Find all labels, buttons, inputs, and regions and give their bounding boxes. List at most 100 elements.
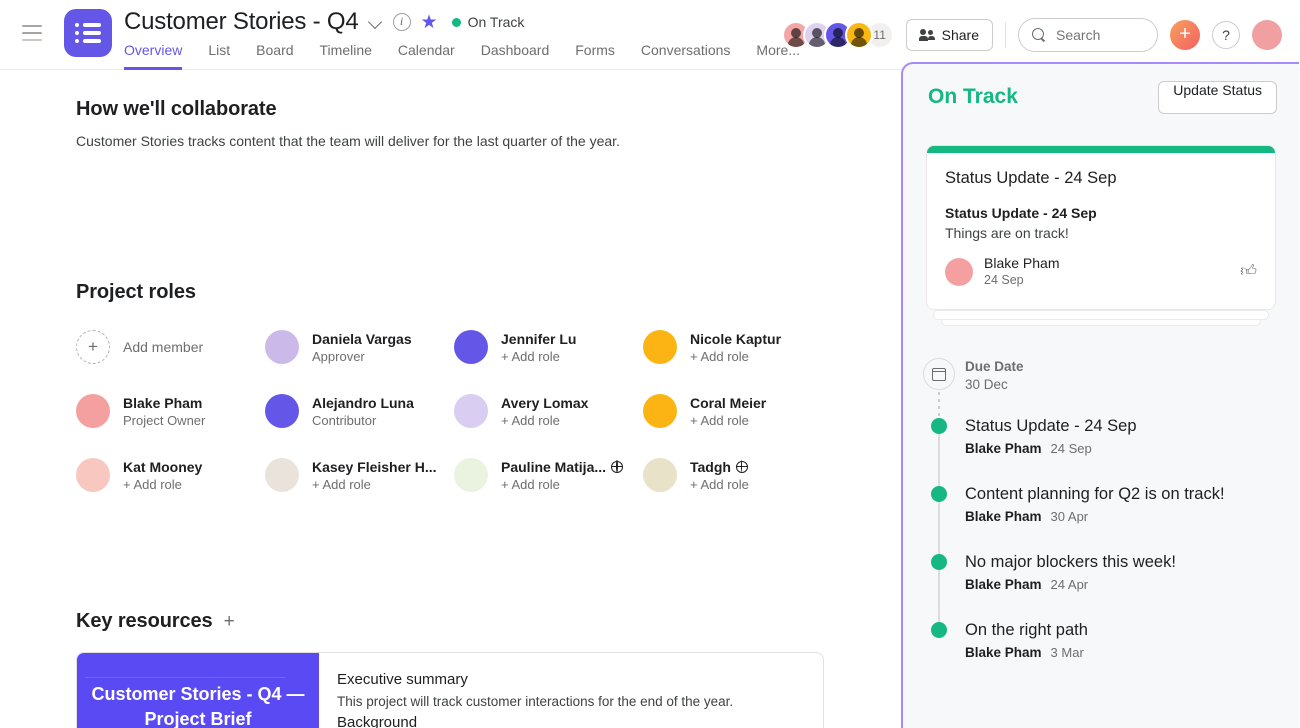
member-name: Daniela Vargas: [312, 330, 412, 348]
project-roles-title: Project roles: [76, 281, 196, 304]
avatar: [265, 394, 299, 428]
member-role[interactable]: + Add role: [312, 476, 437, 493]
role-member[interactable]: Alejandro Luna Contributor: [265, 384, 454, 438]
member-role[interactable]: + Add role: [123, 476, 202, 493]
avatar: [945, 258, 973, 286]
role-member[interactable]: Kat Mooney + Add role: [76, 448, 265, 502]
member-name: Pauline Matija...: [501, 458, 606, 476]
role-member[interactable]: Tadgh + Add role: [643, 448, 832, 502]
tab-calendar[interactable]: Calendar: [398, 42, 455, 70]
tab-forms[interactable]: Forms: [575, 42, 615, 70]
member-role[interactable]: + Add role: [501, 476, 623, 493]
member-role[interactable]: + Add role: [690, 476, 749, 493]
tab-list[interactable]: List: [208, 42, 230, 70]
thumbs-up-icon[interactable]: 👍︎: [1240, 262, 1257, 281]
timeline-item-date: 30 Apr: [1051, 509, 1089, 524]
share-button[interactable]: Share: [906, 19, 993, 51]
timeline-item[interactable]: Content planning for Q2 is on track! Bla…: [923, 482, 1283, 524]
add-member-button[interactable]: + Add member: [76, 320, 265, 374]
member-avatar-stack[interactable]: 11: [782, 21, 894, 49]
info-icon[interactable]: i: [393, 13, 411, 31]
member-role[interactable]: + Add role: [501, 348, 576, 365]
search-input[interactable]: [1056, 27, 1144, 43]
star-icon[interactable]: ★: [421, 13, 438, 32]
timeline-item[interactable]: No major blockers this week! Blake Pham …: [923, 550, 1283, 592]
role-member[interactable]: Jennifer Lu + Add role: [454, 320, 643, 374]
avatar: [454, 458, 488, 492]
member-role[interactable]: Approver: [312, 348, 412, 365]
key-resource-card[interactable]: Customer Stories - Q4 — Project Brief La…: [76, 652, 824, 728]
member-name: Avery Lomax: [501, 394, 588, 412]
status-update-card[interactable]: Status Update - 24 Sep Status Update - 2…: [926, 145, 1276, 310]
member-role[interactable]: Project Owner: [123, 412, 205, 429]
timeline-item-title[interactable]: Content planning for Q2 is on track!: [965, 482, 1283, 506]
avatar: [454, 394, 488, 428]
timeline-item-title[interactable]: No major blockers this week!: [965, 550, 1283, 574]
member-name: Blake Pham: [123, 394, 202, 412]
status-dot-icon: [452, 18, 461, 27]
exec-summary-heading: Executive summary: [337, 669, 805, 691]
status-badge[interactable]: On Track: [452, 14, 525, 30]
collaborate-title: How we'll collaborate: [76, 98, 276, 121]
avatar: [643, 394, 677, 428]
tab-conversations[interactable]: Conversations: [641, 42, 731, 70]
main-content: How we'll collaborate Customer Stories t…: [0, 70, 896, 728]
role-member[interactable]: Kasey Fleisher H... + Add role: [265, 448, 454, 502]
member-role[interactable]: + Add role: [690, 348, 781, 365]
timeline-item[interactable]: On the right path Blake Pham 3 Mar: [923, 618, 1283, 660]
globe-icon: [611, 461, 623, 473]
member-role[interactable]: Contributor: [312, 412, 414, 429]
add-key-resource-button[interactable]: +: [224, 612, 235, 631]
role-member[interactable]: Daniela Vargas Approver: [265, 320, 454, 374]
avatar[interactable]: [845, 21, 873, 49]
project-list-logo[interactable]: [64, 9, 112, 57]
status-badge-label: On Track: [468, 14, 525, 30]
status-card-footer: Blake Pham 24 Sep 👍︎: [945, 255, 1257, 288]
avatar: [265, 330, 299, 364]
role-member[interactable]: Blake Pham Project Owner: [76, 384, 265, 438]
status-card-accent-bar: [927, 146, 1275, 153]
member-role[interactable]: + Add role: [690, 412, 766, 429]
key-resources-header: Key resources +: [76, 610, 235, 633]
status-side-panel: On Track Update Status Status Update - 2…: [901, 62, 1299, 728]
timeline-item-author: Blake Pham: [965, 441, 1042, 456]
status-card-title: Status Update - 24 Sep: [945, 167, 1257, 189]
search-box[interactable]: [1018, 18, 1158, 52]
timeline-item-title[interactable]: Status Update - 24 Sep: [965, 414, 1283, 438]
timeline-dot-icon: [931, 486, 947, 502]
due-date-label: Due Date: [965, 358, 1283, 376]
avatar[interactable]: [1252, 20, 1282, 50]
update-status-button[interactable]: Update Status: [1158, 81, 1277, 114]
share-button-label: Share: [942, 27, 979, 43]
tab-timeline[interactable]: Timeline: [320, 42, 372, 70]
member-name: Kasey Fleisher H...: [312, 458, 437, 476]
collaborate-description: Customer Stories tracks content that the…: [76, 133, 620, 149]
chevron-down-icon[interactable]: [369, 15, 383, 29]
timeline-item-author: Blake Pham: [965, 509, 1042, 524]
status-timeline: Due Date 30 Dec Status Update - 24 Sep B…: [923, 358, 1283, 686]
status-card-subtitle: Status Update - 24 Sep: [945, 205, 1257, 221]
status-panel-header: On Track Update Status: [903, 64, 1299, 130]
role-member[interactable]: Pauline Matija... + Add role: [454, 448, 643, 502]
calendar-icon: [923, 358, 955, 390]
tab-overview[interactable]: Overview: [124, 42, 182, 70]
timeline-item-title[interactable]: On the right path: [965, 618, 1283, 642]
tab-board[interactable]: Board: [256, 42, 293, 70]
timeline-dot-icon: [931, 418, 947, 434]
role-member[interactable]: Nicole Kaptur + Add role: [643, 320, 832, 374]
timeline-item[interactable]: Status Update - 24 Sep Blake Pham 24 Sep: [923, 414, 1283, 456]
member-name: Alejandro Luna: [312, 394, 414, 412]
due-date-value: 30 Dec: [965, 376, 1283, 394]
timeline-item-author: Blake Pham: [965, 577, 1042, 592]
hamburger-icon[interactable]: [22, 25, 44, 41]
help-button[interactable]: ?: [1212, 21, 1240, 49]
header-divider: [1005, 22, 1006, 48]
member-role[interactable]: + Add role: [501, 412, 588, 429]
create-button[interactable]: +: [1170, 20, 1200, 50]
member-name: Nicole Kaptur: [690, 330, 781, 348]
tab-dashboard[interactable]: Dashboard: [481, 42, 550, 70]
avatar: [454, 330, 488, 364]
role-member[interactable]: Coral Meier + Add role: [643, 384, 832, 438]
role-member[interactable]: Avery Lomax + Add role: [454, 384, 643, 438]
member-name: Jennifer Lu: [501, 330, 576, 348]
